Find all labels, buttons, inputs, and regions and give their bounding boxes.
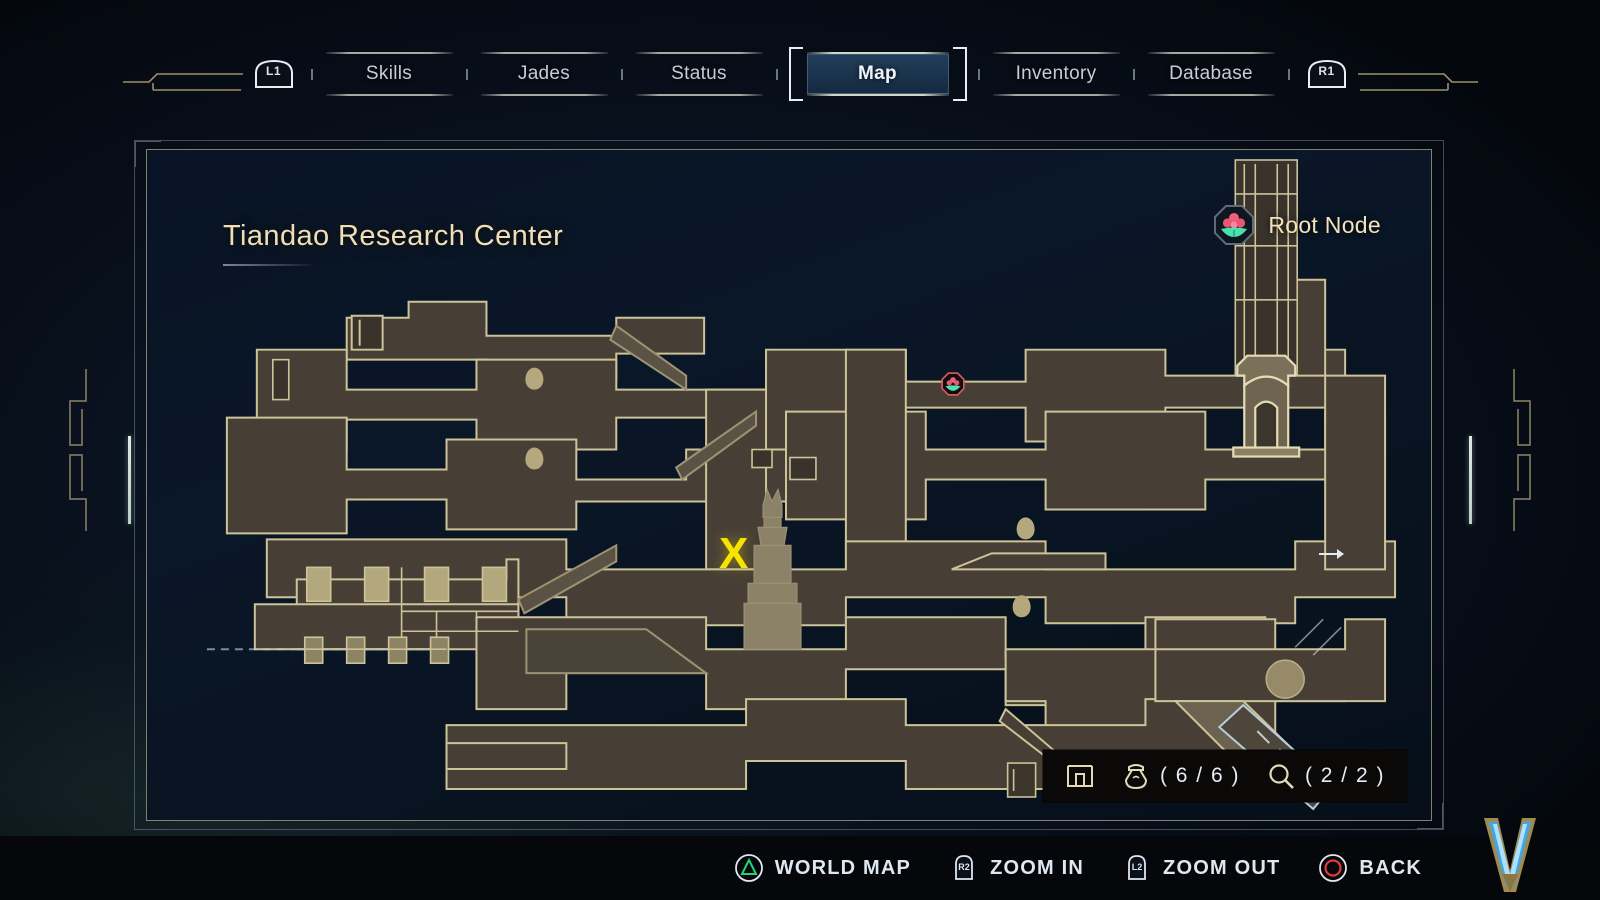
action-zoom-out[interactable]: L2 ZOOM OUT bbox=[1122, 853, 1280, 883]
r2-trigger-icon: R2 bbox=[949, 853, 979, 883]
left-side-decoration bbox=[62, 365, 102, 540]
root-node-legend: Root Node bbox=[1213, 204, 1381, 246]
map-counters-bar: ( 6 / 6 ) ( 2 / 2 ) bbox=[1042, 750, 1407, 802]
tower-arch-structure bbox=[1232, 354, 1301, 458]
secrets-count-label: ( 2 / 2 ) bbox=[1304, 764, 1385, 787]
tower-shaft bbox=[1234, 159, 1298, 376]
tab-status[interactable]: Status bbox=[632, 52, 767, 96]
tab-bottom-rule bbox=[480, 94, 608, 96]
root-node-map-marker[interactable] bbox=[941, 372, 965, 401]
right-side-decoration bbox=[1498, 365, 1538, 540]
secrets-counter-group: ( 2 / 2 ) bbox=[1266, 761, 1385, 791]
tab-inventory[interactable]: Inventory bbox=[989, 52, 1124, 96]
map-viewport[interactable]: Tiandao Research Center Root Node X (6 … bbox=[146, 149, 1432, 821]
tab-top-rule bbox=[992, 52, 1120, 54]
tab-status-label: Status bbox=[671, 63, 727, 84]
tab-bottom-rule bbox=[325, 94, 453, 96]
l1-bumper-label: L1 bbox=[265, 64, 281, 78]
action-zoom-in[interactable]: R2 ZOOM IN bbox=[949, 853, 1084, 883]
rooms-counter-group bbox=[1065, 762, 1095, 790]
tab-skills-label: Skills bbox=[365, 63, 413, 84]
nav-separator bbox=[310, 68, 313, 80]
triangle-button-icon bbox=[734, 853, 764, 883]
nav-separator bbox=[465, 68, 468, 80]
nav-separator bbox=[1287, 68, 1290, 80]
nav-separator bbox=[1132, 68, 1135, 80]
tab-jades-label: Jades bbox=[517, 63, 571, 84]
tab-top-rule bbox=[1147, 52, 1275, 54]
nav-separator bbox=[775, 68, 778, 80]
action-zoom-out-label: ZOOM OUT bbox=[1163, 856, 1281, 879]
player-position-marker: X bbox=[719, 529, 749, 578]
tab-selection-bracket-left bbox=[788, 47, 803, 101]
room-layout-icon bbox=[1066, 765, 1093, 787]
tab-bottom-rule bbox=[635, 94, 763, 96]
action-world-map[interactable]: WORLD MAP bbox=[734, 853, 911, 883]
l1-bumper-button[interactable]: L1 bbox=[252, 57, 296, 91]
lower-small-rooms bbox=[1006, 762, 1037, 798]
action-back[interactable]: BACK bbox=[1318, 853, 1422, 883]
map-title-underline bbox=[223, 264, 313, 266]
tab-bottom-rule bbox=[992, 94, 1120, 96]
left-accent-line bbox=[128, 436, 131, 524]
svg-text:L2: L2 bbox=[1132, 862, 1143, 872]
r1-bumper-label: R1 bbox=[1318, 64, 1335, 78]
tab-map-label: Map bbox=[858, 63, 897, 84]
nav-separator bbox=[620, 68, 623, 80]
game-map-screen: L1 Skills Jades Status Map Inventory Dat… bbox=[0, 0, 1600, 900]
tab-skills[interactable]: Skills bbox=[322, 52, 457, 96]
map-area-title-text: Tiandao Research Center bbox=[223, 220, 564, 252]
tab-top-rule bbox=[480, 52, 608, 54]
r1-bumper-button[interactable]: R1 bbox=[1305, 57, 1349, 91]
tab-top-rule bbox=[806, 52, 949, 54]
exit-arrow-icon bbox=[1319, 546, 1345, 567]
action-back-label: BACK bbox=[1359, 856, 1422, 879]
circle-button-icon bbox=[1318, 853, 1348, 883]
octagon-room-node bbox=[1265, 659, 1305, 699]
nav-right-decoration bbox=[1355, 52, 1480, 96]
treasure-counter-group: ( 6 / 6 ) bbox=[1121, 761, 1240, 791]
nav-separator bbox=[977, 68, 980, 80]
map-panel: Tiandao Research Center Root Node X (6 … bbox=[134, 140, 1444, 830]
l2-trigger-icon: L2 bbox=[1122, 853, 1152, 883]
tab-database[interactable]: Database bbox=[1144, 52, 1279, 96]
nav-left-decoration bbox=[121, 52, 246, 96]
tab-jades[interactable]: Jades bbox=[477, 52, 612, 96]
action-zoom-in-label: ZOOM IN bbox=[990, 856, 1085, 879]
top-navigation-bar: L1 Skills Jades Status Map Inventory Dat… bbox=[0, 46, 1600, 102]
right-accent-line bbox=[1469, 436, 1472, 524]
tab-top-rule bbox=[635, 52, 763, 54]
root-node-flower-icon bbox=[1214, 205, 1255, 245]
tab-bottom-rule bbox=[1147, 94, 1275, 96]
svg-text:R2: R2 bbox=[958, 862, 970, 872]
magnifier-icon bbox=[1269, 764, 1294, 789]
tab-database-label: Database bbox=[1169, 63, 1253, 84]
game-logo bbox=[1464, 812, 1556, 900]
tab-bottom-rule bbox=[806, 94, 949, 96]
tab-inventory-label: Inventory bbox=[1015, 63, 1097, 84]
tab-map[interactable]: Map bbox=[788, 47, 967, 101]
bottom-action-bar: WORLD MAP R2 ZOOM IN L2 ZOOM OUT BACK bbox=[0, 836, 1600, 900]
treasure-bag-icon bbox=[1124, 764, 1147, 790]
tab-selection-bracket-right bbox=[952, 47, 967, 101]
treasure-count-label: ( 6 / 6 ) bbox=[1159, 764, 1240, 787]
action-world-map-label: WORLD MAP bbox=[774, 856, 912, 879]
map-area-title: Tiandao Research Center bbox=[223, 220, 563, 266]
root-node-legend-label: Root Node bbox=[1268, 211, 1381, 238]
tab-top-rule bbox=[325, 52, 453, 54]
